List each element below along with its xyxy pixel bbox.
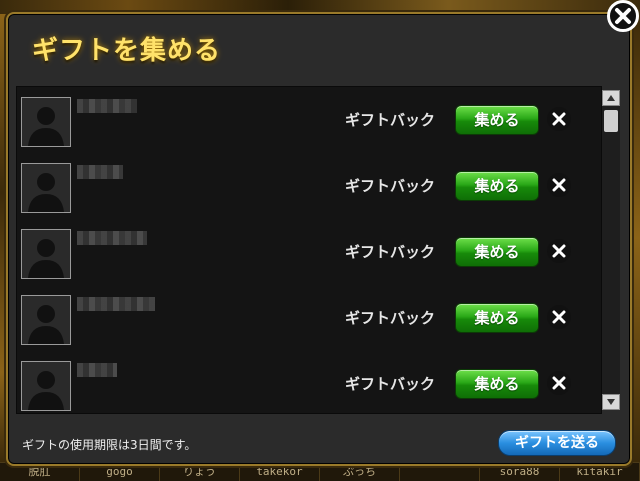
blurred-sender-name [77,363,117,377]
expiry-note: ギフトの使用期限は3日間です。 [22,438,197,452]
close-icon [552,178,566,192]
arrow-up-icon [607,95,615,101]
send-gift-button[interactable]: ギフトを送る [498,430,616,456]
scroll-up-button[interactable] [602,90,620,106]
collect-button[interactable]: 集める [455,171,539,201]
gift-row: ギフトバック 集める [17,223,601,289]
close-icon [552,310,566,324]
dismiss-gift-button[interactable] [547,239,571,263]
gift-row: ギフトバック 集める [17,157,601,223]
collect-button[interactable]: 集める [455,237,539,267]
gift-type-label: ギフトバック [345,177,436,195]
blurred-sender-name [77,297,155,311]
collect-button[interactable]: 集める [455,303,539,333]
gift-list: ギフトバック 集める ギフトバック 集める ギフトバック 集める ギフトバック … [16,86,602,414]
avatar [21,97,71,147]
avatar [21,229,71,279]
close-icon [552,244,566,258]
blurred-sender-name [77,165,123,179]
avatar [21,163,71,213]
close-icon [552,112,566,126]
scroll-thumb[interactable] [604,110,618,132]
dismiss-gift-button[interactable] [547,107,571,131]
blurred-sender-name [77,231,147,245]
gift-row: ギフトバック 集める [17,91,601,157]
close-icon [615,8,631,24]
gift-type-label: ギフトバック [345,243,436,261]
dialog-title: ギフトを集める [32,36,222,66]
close-dialog-button[interactable] [607,0,639,32]
collect-button[interactable]: 集める [455,369,539,399]
gift-type-label: ギフトバック [345,375,436,393]
gift-list-scrollbar[interactable] [602,90,620,410]
dismiss-gift-button[interactable] [547,305,571,329]
close-icon [552,376,566,390]
avatar [21,295,71,345]
arrow-down-icon [607,399,615,405]
scroll-down-button[interactable] [602,394,620,410]
gift-type-label: ギフトバック [345,309,436,327]
collect-gifts-dialog: ギフトを集める ギフトバック 集める ギフトバック 集める ギフトバック 集める… [6,12,632,466]
avatar [21,361,71,411]
gift-row: ギフトバック 集める [17,355,601,413]
gift-row: ギフトバック 集める [17,289,601,355]
dismiss-gift-button[interactable] [547,173,571,197]
dismiss-gift-button[interactable] [547,371,571,395]
blurred-sender-name [77,99,137,113]
collect-button[interactable]: 集める [455,105,539,135]
gift-type-label: ギフトバック [345,111,436,129]
